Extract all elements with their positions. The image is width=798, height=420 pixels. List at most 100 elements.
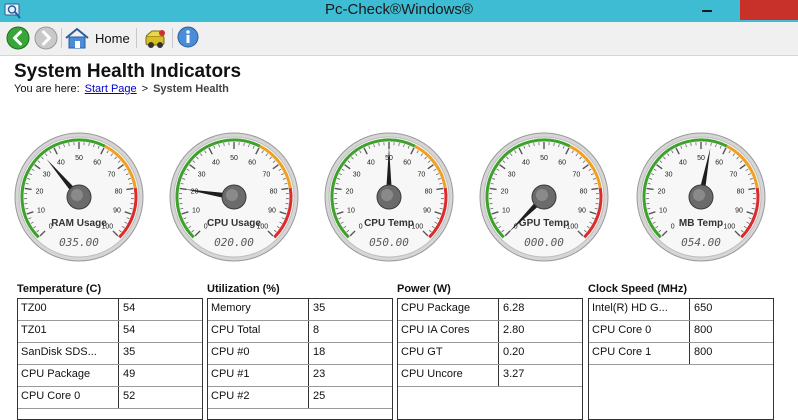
gauge-tick-label: 60 — [248, 159, 256, 166]
row-name: TZ00 — [18, 299, 119, 320]
table-row[interactable]: CPU Core 1800 — [589, 343, 773, 365]
row-name: SanDisk SDS... — [18, 343, 119, 364]
row-value: 54 — [119, 321, 135, 342]
gauge-tick-label: 0 — [359, 223, 363, 230]
row-name: CPU Package — [18, 365, 119, 386]
breadcrumb-current: System Health — [153, 83, 229, 95]
utilization-section: Utilization (%) Memory35CPU Total8CPU #0… — [207, 282, 393, 420]
toolbar: Home — [0, 22, 798, 56]
gauge-tick-label: 50 — [697, 155, 705, 162]
gauge-tick-label: 70 — [729, 171, 737, 178]
utilization-table: Memory35CPU Total8CPU #018CPU #123CPU #2… — [207, 298, 393, 420]
diagnostics-icon[interactable] — [142, 26, 168, 50]
power-section: Power (W) CPU Package6.28CPU IA Cores2.8… — [397, 282, 583, 420]
table-row[interactable]: CPU Package49 — [18, 365, 202, 387]
table-row[interactable]: CPU Core 052 — [18, 387, 202, 409]
gauge-tick-label: 80 — [737, 189, 745, 196]
table-row[interactable]: CPU Core 0800 — [589, 321, 773, 343]
gauge-tick-label: 60 — [558, 159, 566, 166]
row-name: CPU #0 — [208, 343, 309, 364]
gauge-tick-label: 60 — [715, 159, 723, 166]
gauge-tick-label: 80 — [580, 189, 588, 196]
gauge-row: 0102030405060708090100RAM Usage035.00010… — [0, 127, 798, 272]
row-name: CPU Package — [398, 299, 499, 320]
row-value: 8 — [309, 321, 319, 342]
gauge-readout: 000.00 — [524, 236, 564, 249]
gauge-tick-label: 20 — [346, 189, 354, 196]
table-row[interactable]: Memory35 — [208, 299, 392, 321]
minimize-button[interactable] — [693, 0, 721, 20]
breadcrumb-link-start-page[interactable]: Start Page — [85, 83, 137, 95]
row-name: CPU #2 — [208, 387, 309, 408]
table-row[interactable]: SanDisk SDS...35 — [18, 343, 202, 365]
gauge-tick-label: 90 — [578, 207, 586, 214]
section-title: Utilization (%) — [207, 282, 393, 298]
row-name: CPU Uncore — [398, 365, 499, 386]
gauge-tick-label: 80 — [270, 189, 278, 196]
gauge-hub-highlight — [71, 189, 83, 201]
table-row[interactable]: CPU #225 — [208, 387, 392, 409]
gauge: 0102030405060708090100MB Temp054.00 — [637, 133, 765, 261]
gauge-tick-label: 10 — [502, 207, 510, 214]
close-button[interactable] — [740, 0, 798, 20]
gauge-readout: 020.00 — [214, 236, 254, 249]
gauge-label: CPU Temp — [364, 218, 414, 229]
gauge: 0102030405060708090100CPU Usage020.00 — [170, 133, 298, 261]
table-row[interactable]: TZ0054 — [18, 299, 202, 321]
gauge-tick-label: 20 — [501, 189, 509, 196]
gauge-tick-label: 60 — [403, 159, 411, 166]
section-title: Clock Speed (MHz) — [588, 282, 774, 298]
gauge-tick-label: 10 — [347, 207, 355, 214]
row-value: 23 — [309, 365, 325, 386]
table-row[interactable]: CPU IA Cores2.80 — [398, 321, 582, 343]
row-name: TZ01 — [18, 321, 119, 342]
gauge-readout: 054.00 — [681, 236, 721, 249]
info-icon[interactable] — [176, 26, 202, 50]
table-row[interactable]: TZ0154 — [18, 321, 202, 343]
temperature-section: Temperature (C) TZ0054TZ0154SanDisk SDS.… — [17, 282, 203, 420]
section-title: Temperature (C) — [17, 282, 203, 298]
gauge-tick-label: 30 — [353, 171, 361, 178]
gauge-readout: 050.00 — [369, 236, 409, 249]
row-name: CPU Core 1 — [589, 343, 690, 364]
table-row[interactable]: CPU Uncore3.27 — [398, 365, 582, 387]
gauge-tick-label: 80 — [425, 189, 433, 196]
table-row[interactable]: CPU Total8 — [208, 321, 392, 343]
gauge-label: CPU Usage — [207, 218, 261, 229]
gauge-tick-label: 40 — [57, 159, 65, 166]
gauge-tick-label: 80 — [115, 189, 123, 196]
gauge-tick-label: 30 — [508, 171, 516, 178]
row-name: CPU #1 — [208, 365, 309, 386]
row-value: 3.27 — [499, 365, 524, 386]
breadcrumb-separator: > — [142, 83, 148, 95]
row-value: 650 — [690, 299, 712, 320]
forward-icon[interactable] — [34, 26, 58, 50]
gauge-tick-label: 70 — [262, 171, 270, 178]
row-value: 54 — [119, 299, 135, 320]
table-row[interactable]: CPU Package6.28 — [398, 299, 582, 321]
home-button[interactable]: Home — [64, 26, 130, 50]
table-row[interactable]: CPU #018 — [208, 343, 392, 365]
gauge: 0102030405060708090100GPU Temp000.00 — [480, 133, 608, 261]
window-title: Pc-Check®Windows® — [0, 0, 798, 22]
clock-speed-section: Clock Speed (MHz) Intel(R) HD G...650CPU… — [588, 282, 774, 420]
gauge-tick-label: 90 — [423, 207, 431, 214]
row-value: 800 — [690, 343, 712, 364]
row-name: CPU Total — [208, 321, 309, 342]
temperature-table: TZ0054TZ0154SanDisk SDS...35CPU Package4… — [17, 298, 203, 420]
title-bar: Pc-Check®Windows® — [0, 0, 798, 22]
back-icon[interactable] — [6, 26, 30, 50]
table-row[interactable]: CPU GT0.20 — [398, 343, 582, 365]
gauge-tick-label: 20 — [658, 189, 666, 196]
row-value: 52 — [119, 387, 135, 408]
table-row[interactable]: Intel(R) HD G...650 — [589, 299, 773, 321]
gauge-hub-highlight — [381, 189, 393, 201]
table-row[interactable]: CPU #123 — [208, 365, 392, 387]
gauge-readout: 035.00 — [59, 236, 99, 249]
power-table: CPU Package6.28CPU IA Cores2.80CPU GT0.2… — [397, 298, 583, 420]
gauge-label: RAM Usage — [51, 218, 107, 229]
gauge-tick-label: 70 — [572, 171, 580, 178]
gauge-tick-label: 10 — [659, 207, 667, 214]
row-value: 18 — [309, 343, 325, 364]
row-value: 2.80 — [499, 321, 524, 342]
